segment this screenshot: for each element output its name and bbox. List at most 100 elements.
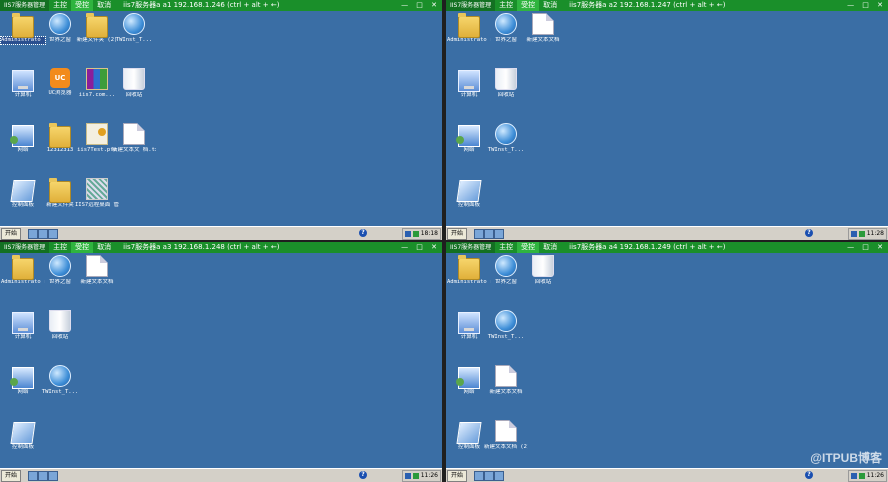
- desktop-icon-label: 新建文本文档 (2): [484, 444, 528, 450]
- installer-icon: [495, 123, 517, 145]
- mode-button-0[interactable]: 主控: [495, 0, 517, 11]
- computer-icon: [12, 70, 34, 92]
- taskbar: 开始? 11:26: [446, 468, 888, 482]
- network-tray-icon[interactable]: [850, 472, 857, 479]
- volume-tray-icon[interactable]: [412, 230, 419, 237]
- help-icon[interactable]: ?: [359, 471, 367, 479]
- mode-button-1[interactable]: 受控: [71, 0, 94, 11]
- remote-desktop-icon: [86, 178, 108, 200]
- folder-icon: [12, 13, 34, 38]
- network-tray-icon[interactable]: [404, 472, 411, 479]
- control-panel-icon: [456, 180, 482, 202]
- clock: 11:28: [866, 230, 884, 237]
- window-controls[interactable]: — □ ✕: [401, 242, 440, 253]
- desktop-icon[interactable]: 新建文本文档: [521, 13, 565, 44]
- help-icon[interactable]: ?: [805, 471, 813, 479]
- remote-desktop: Administrato r 世界之窗 新建文本文档 计算机 回收站 网络 TWInst_T…: [446, 11, 888, 227]
- folder-icon: [49, 123, 71, 148]
- quick-launch-icon[interactable]: [28, 471, 38, 481]
- desktop-icon[interactable]: 回收站: [521, 255, 565, 286]
- volume-tray-icon[interactable]: [858, 472, 865, 479]
- quick-launch-icon[interactable]: [38, 471, 48, 481]
- pane-title-bar: IIS7服务器管理 主控 受控 取消 iis7服务器a a1 192.168.1.246…: [0, 0, 442, 11]
- volume-tray-icon[interactable]: [412, 472, 419, 479]
- desktop-icon-label: 新建文本文档: [489, 389, 523, 395]
- quick-launch-icon[interactable]: [48, 229, 58, 239]
- control-panel-icon: [456, 422, 482, 444]
- network-tray-icon[interactable]: [404, 230, 411, 237]
- quick-launch-icon[interactable]: [48, 471, 58, 481]
- remote-pane-a4[interactable]: IIS7服务器管理 主控 受控 取消 iis7服务器a a4 192.168.1.249…: [446, 242, 888, 482]
- mode-button-1[interactable]: 受控: [517, 0, 540, 11]
- remote-pane-a3[interactable]: IIS7服务器管理 主控 受控 取消 iis7服务器a a3 192.168.1.248…: [0, 242, 442, 482]
- quick-launch-icon[interactable]: [494, 229, 504, 239]
- desktop-icon[interactable]: 控制面板: [1, 420, 45, 451]
- remote-desktop: Administrato r 世界之窗 新建文件夹 (2) TWInst_T... 计算…: [0, 11, 442, 227]
- desktop-icon[interactable]: IIS7远程桌面 管理 (1).exe: [75, 178, 119, 209]
- mode-button-0[interactable]: 主控: [49, 0, 71, 11]
- mode-button-0[interactable]: 主控: [49, 242, 71, 253]
- quick-launch-icon[interactable]: [38, 229, 48, 239]
- desktop-icon[interactable]: TWInst_T...: [484, 123, 528, 154]
- start-button[interactable]: 开始: [1, 228, 22, 240]
- help-icon[interactable]: ?: [359, 229, 367, 237]
- quick-launch-icon[interactable]: [474, 471, 484, 481]
- desktop-icon-label: TWInst_T...: [41, 389, 79, 395]
- remote-desktop: Administrato r 世界之窗 回收站 计算机 TWInst_T... 网络 新建文…: [446, 253, 888, 469]
- certificate-icon: [86, 123, 108, 145]
- help-icon[interactable]: ?: [805, 229, 813, 237]
- mode-button-1[interactable]: 受控: [517, 242, 540, 253]
- desktop-icon[interactable]: 新建文本文档 (2): [484, 420, 528, 451]
- desktop-icon[interactable]: TWInst_T...: [484, 310, 528, 341]
- desktop-icon[interactable]: 新建文本文档: [75, 255, 119, 286]
- start-button[interactable]: 开始: [447, 470, 468, 482]
- desktop-icon[interactable]: 回收站: [484, 68, 528, 99]
- desktop-icon[interactable]: 新建文本文档: [484, 365, 528, 396]
- mode-button-2[interactable]: 取消: [93, 242, 115, 253]
- computer-icon: [458, 70, 480, 92]
- network-tray-icon[interactable]: [850, 230, 857, 237]
- app-name: IIS7服务器管理: [0, 0, 50, 11]
- app-name: IIS7服务器管理: [446, 242, 496, 253]
- start-button[interactable]: 开始: [447, 228, 468, 240]
- network-icon: [10, 125, 34, 147]
- system-tray: 18:18: [401, 228, 441, 240]
- mode-button-1[interactable]: 受控: [71, 242, 94, 253]
- window-controls[interactable]: — □ ✕: [847, 0, 886, 11]
- system-tray: 11:28: [847, 228, 887, 240]
- network-icon: [456, 125, 480, 147]
- window-controls[interactable]: — □ ✕: [847, 242, 886, 253]
- mode-button-2[interactable]: 取消: [539, 242, 561, 253]
- clock: 11:26: [420, 472, 438, 479]
- taskbar: 开始? 18:18: [0, 226, 442, 240]
- desktop-icon-label: 控制面板: [457, 202, 480, 208]
- remote-pane-a1[interactable]: IIS7服务器管理 主控 受控 取消 iis7服务器a a1 192.168.1.246…: [0, 0, 442, 240]
- desktop-icon[interactable]: TWInst_T...: [112, 13, 156, 44]
- mode-button-2[interactable]: 取消: [93, 0, 115, 11]
- quick-launch-icon[interactable]: [494, 471, 504, 481]
- taskbar: 开始? 11:26: [0, 468, 442, 482]
- desktop-icon[interactable]: TWInst_T...: [38, 365, 82, 396]
- quick-launch-icon[interactable]: [474, 229, 484, 239]
- desktop-icon[interactable]: 回收站: [38, 310, 82, 341]
- folder-icon: [86, 13, 108, 38]
- clock: 18:18: [420, 230, 438, 237]
- mode-button-2[interactable]: 取消: [539, 0, 561, 11]
- remote-pane-a2[interactable]: IIS7服务器管理 主控 受控 取消 iis7服务器a a2 192.168.1.247…: [446, 0, 888, 240]
- desktop-icon[interactable]: 回收站: [112, 68, 156, 99]
- desktop-icon-label: TWInst_T...: [487, 334, 525, 340]
- mode-button-0[interactable]: 主控: [495, 242, 517, 253]
- quick-launch-icon[interactable]: [28, 229, 38, 239]
- globe-icon: [495, 255, 517, 277]
- window-controls[interactable]: — □ ✕: [401, 0, 440, 11]
- start-button[interactable]: 开始: [1, 470, 22, 482]
- desktop-icon[interactable]: 控制面板: [447, 178, 491, 209]
- volume-tray-icon[interactable]: [858, 230, 865, 237]
- text-document-icon: [495, 420, 517, 442]
- desktop-icon[interactable]: 新建文本文 档.txt: [112, 123, 156, 154]
- uc-browser-icon: UC: [50, 68, 70, 88]
- folder-icon: [458, 13, 480, 38]
- recycle-bin-icon: [49, 310, 71, 332]
- quick-launch-icon[interactable]: [484, 471, 494, 481]
- quick-launch-icon[interactable]: [484, 229, 494, 239]
